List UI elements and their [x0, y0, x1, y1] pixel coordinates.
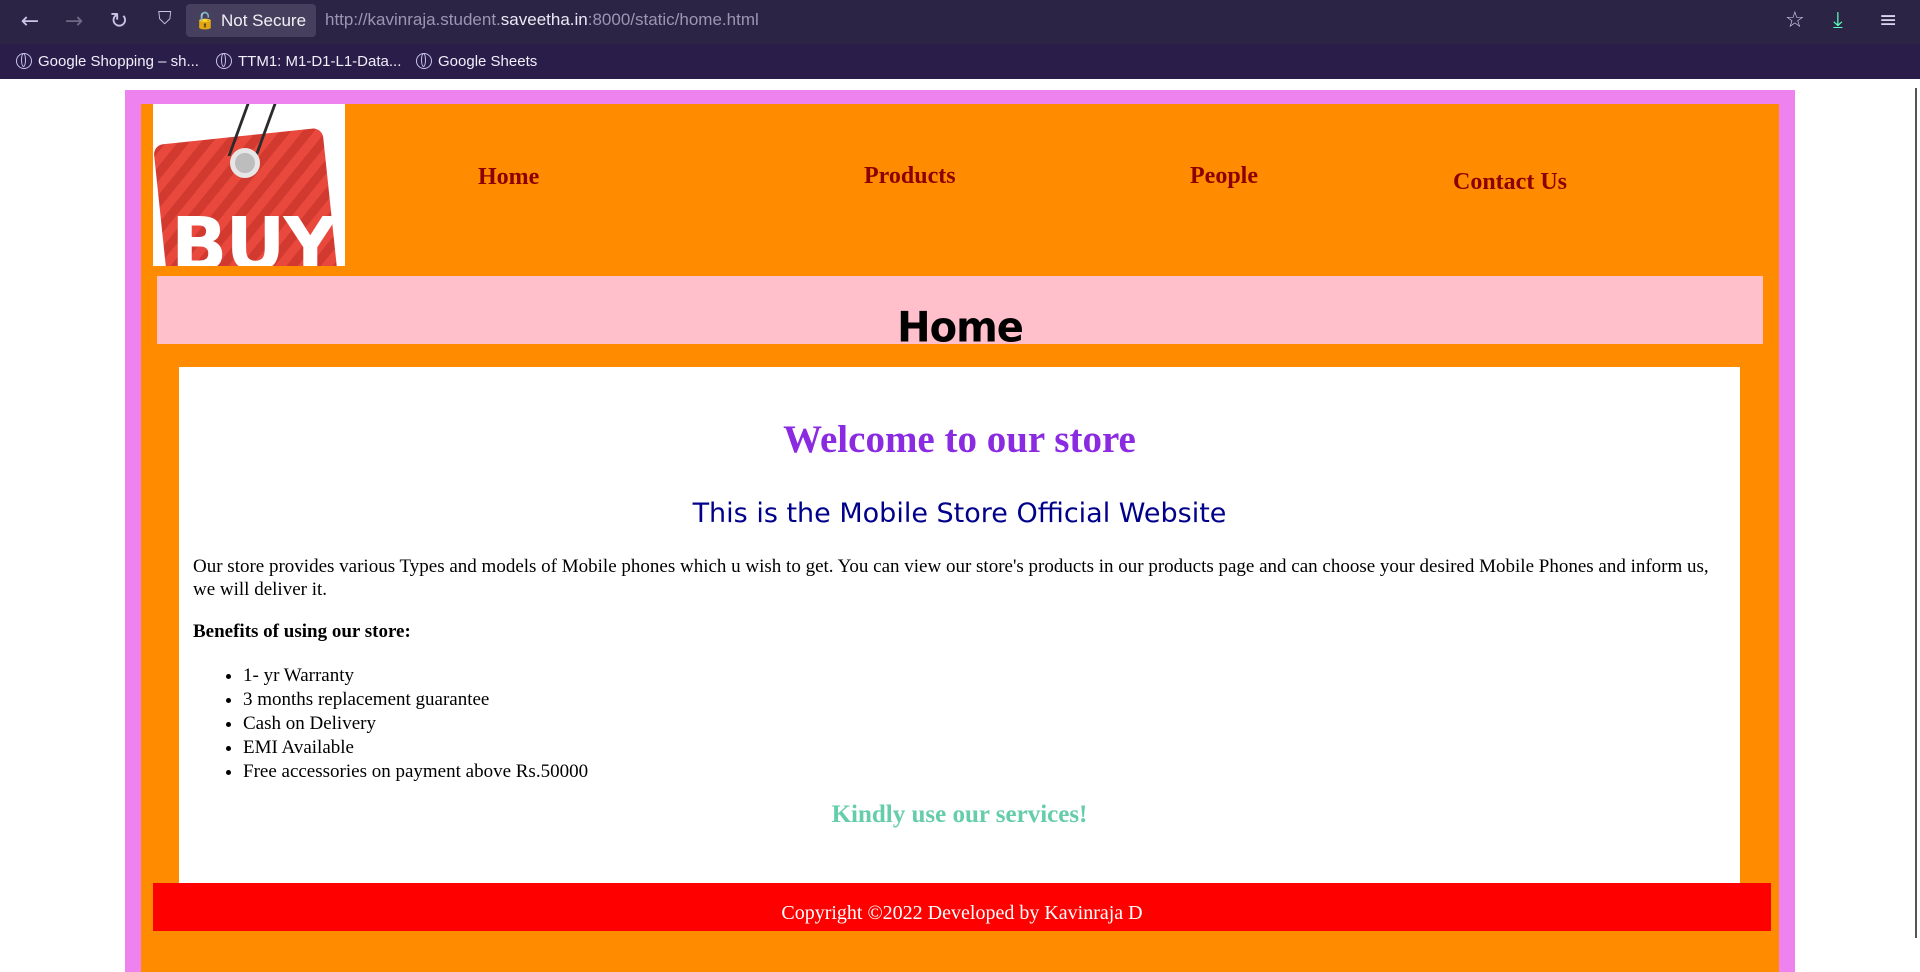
- nav-home-link[interactable]: Home: [478, 164, 539, 191]
- globe-icon: [16, 53, 32, 69]
- bookmark-item[interactable]: Google Sheets: [416, 53, 537, 70]
- bookmark-label: TTM1: M1-D1-L1-Data...: [238, 53, 402, 70]
- url-text[interactable]: http://kavinraja.student.saveetha.in:800…: [325, 10, 759, 30]
- nav-products-link[interactable]: Products: [864, 163, 956, 190]
- list-item: Free accessories on payment above Rs.500…: [243, 760, 588, 784]
- bookmark-item[interactable]: TTM1: M1-D1-L1-Data...: [216, 53, 401, 70]
- bookmark-item[interactable]: Google Shopping – sh...: [16, 53, 199, 70]
- page-heading-band: Home: [157, 276, 1763, 352]
- logo-text: BUY: [171, 202, 337, 266]
- scrollbar-thumb[interactable]: [1915, 88, 1917, 938]
- list-item: EMI Available: [243, 736, 588, 760]
- benefits-list: 1- yr Warranty 3 months replacement guar…: [193, 664, 588, 784]
- list-item: 1- yr Warranty: [243, 664, 588, 688]
- globe-icon: [416, 53, 432, 69]
- back-icon[interactable]: ←: [16, 8, 44, 36]
- shield-icon[interactable]: ⛉: [158, 8, 172, 29]
- download-icon[interactable]: ⤓: [1833, 8, 1843, 33]
- menu-icon[interactable]: ≡: [1879, 8, 1897, 33]
- browser-chrome: ← → ↻ ⛉ 🔓 Not Secure http://kavinraja.st…: [0, 0, 1920, 79]
- buy-tag-logo: BUY: [153, 104, 345, 266]
- page-title: Home: [897, 303, 1024, 353]
- list-item: 3 months replacement guarantee: [243, 688, 588, 712]
- security-indicator[interactable]: 🔓 Not Secure: [186, 4, 316, 37]
- security-label: Not Secure: [221, 11, 307, 30]
- copyright-text: Copyright ©2022 Developed by Kavinraja D: [781, 902, 1143, 924]
- bookmark-star-icon[interactable]: ☆: [1785, 8, 1805, 33]
- scrollbar-track[interactable]: [1908, 79, 1920, 972]
- benefits-title: Benefits of using our store:: [193, 621, 411, 642]
- reload-icon[interactable]: ↻: [105, 8, 133, 36]
- main-content: Welcome to our store This is the Mobile …: [179, 367, 1740, 883]
- bookmarks-bar: Google Shopping – sh... TTM1: M1-D1-L1-D…: [0, 44, 1920, 79]
- url-suffix: :8000/static/home.html: [587, 10, 759, 29]
- globe-icon: [216, 53, 232, 69]
- nav-people-link[interactable]: People: [1190, 163, 1258, 190]
- footer: Copyright ©2022 Developed by Kavinraja D: [153, 883, 1771, 931]
- tag-hole: [230, 148, 260, 178]
- description-paragraph: Our store provides various Types and mod…: [193, 556, 1709, 600]
- forward-icon[interactable]: →: [60, 8, 88, 36]
- url-prefix: http://kavinraja.student.: [325, 10, 501, 29]
- welcome-heading: Welcome to our store: [783, 418, 1136, 461]
- bookmark-label: Google Shopping – sh...: [38, 53, 199, 70]
- lock-icon: 🔓: [195, 11, 215, 30]
- closing-message: Kindly use our services!: [831, 801, 1088, 828]
- list-item: Cash on Delivery: [243, 712, 588, 736]
- url-domain: saveetha.in: [500, 10, 588, 29]
- subtitle-heading: This is the Mobile Store Official Websit…: [692, 498, 1227, 529]
- browser-toolbar: ← → ↻ ⛉ 🔓 Not Secure http://kavinraja.st…: [0, 0, 1920, 44]
- bookmark-label: Google Sheets: [438, 53, 538, 70]
- nav-contact-link[interactable]: Contact Us: [1453, 169, 1567, 196]
